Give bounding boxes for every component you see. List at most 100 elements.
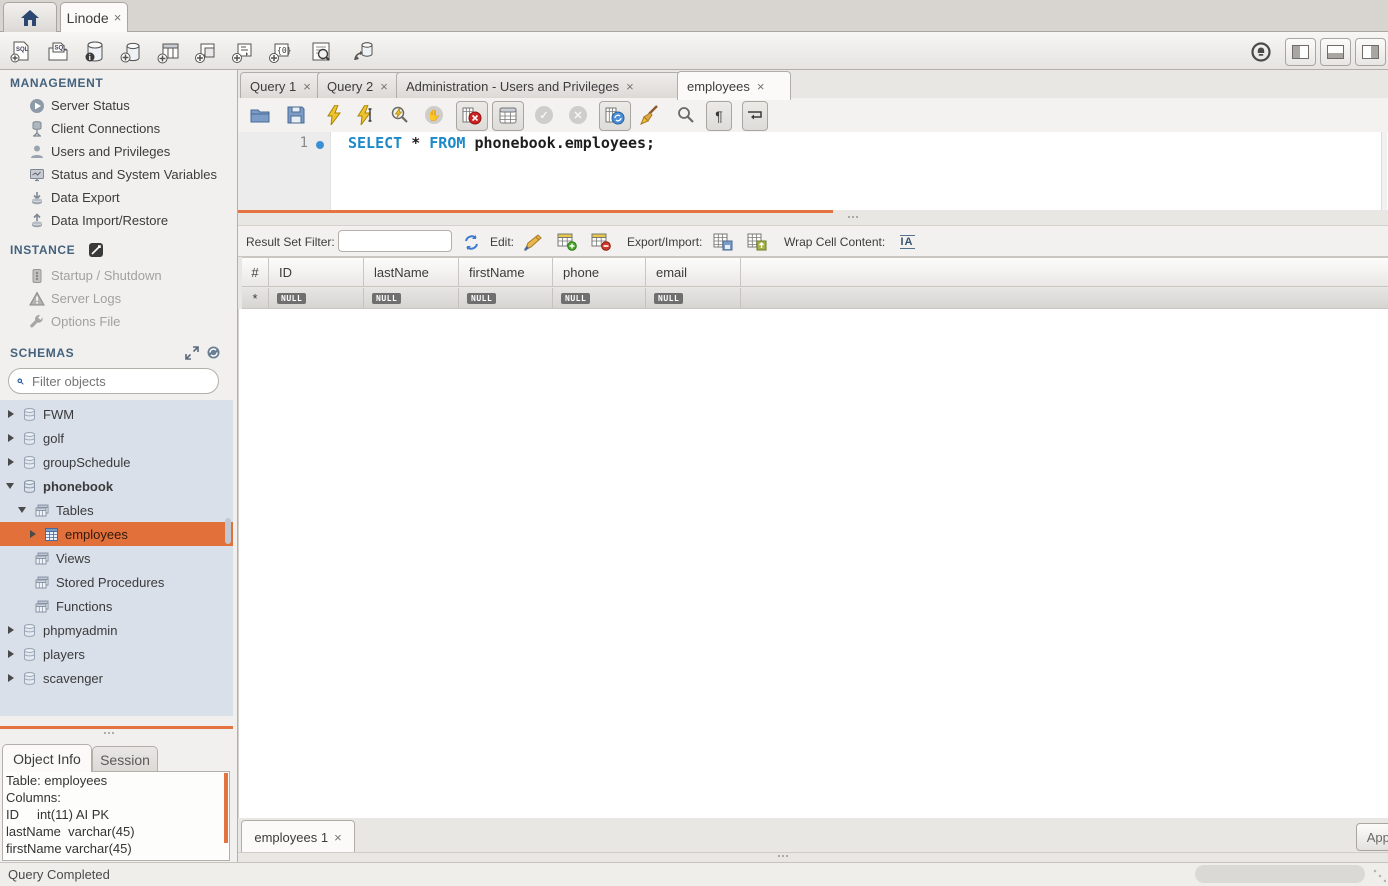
bottom-splitter[interactable] [238, 852, 1388, 862]
sidebar-item-client-connections[interactable]: Client Connections [0, 117, 237, 140]
editor-results-splitter[interactable] [238, 210, 833, 213]
result-grid-body[interactable] [238, 309, 1388, 818]
edit-record-icon[interactable] [522, 231, 544, 253]
schema-node-tables[interactable]: Tables [0, 498, 233, 522]
object-info-scrollbar[interactable] [224, 773, 228, 843]
save-script-icon[interactable] [284, 103, 308, 127]
create-function-icon[interactable]: {0} [267, 39, 293, 65]
new-sql-tab-icon[interactable]: SQL [8, 39, 34, 65]
execute-current-statement-icon[interactable] [354, 103, 378, 127]
chevron-right-icon[interactable] [8, 674, 14, 682]
toggle-invisible-characters-button[interactable]: ¶ [706, 101, 732, 131]
schema-node-functions[interactable]: Functions [0, 594, 233, 618]
splitter-grip[interactable] [848, 216, 858, 218]
close-icon[interactable]: × [380, 79, 388, 94]
toggle-stop-on-error-button[interactable] [456, 101, 488, 131]
schema-node-stored-procedures[interactable]: Stored Procedures [0, 570, 233, 594]
toggle-bottom-panel-button[interactable] [1320, 38, 1351, 66]
toggle-left-panel-button[interactable] [1285, 38, 1316, 66]
beautify-sql-icon[interactable] [638, 103, 662, 127]
schema-node-fwm[interactable]: FWM [0, 402, 233, 426]
horizontal-scrollbar-thumb[interactable] [1195, 865, 1365, 883]
schema-node-groupschedule[interactable]: groupSchedule [0, 450, 233, 474]
cell-email[interactable]: NULL [646, 288, 741, 308]
splitter-grip[interactable] [778, 855, 788, 857]
chevron-right-icon[interactable] [8, 650, 14, 658]
expand-schemas-icon[interactable] [185, 346, 199, 360]
explain-statement-icon[interactable] [388, 103, 412, 127]
new-row-placeholder[interactable]: * NULL NULL NULL NULL NULL [242, 288, 1388, 309]
schema-node-players[interactable]: players [0, 642, 233, 666]
reconnect-dbms-icon[interactable] [350, 39, 376, 65]
schema-node-phpmyadmin[interactable]: phpmyadmin [0, 618, 233, 642]
connection-tab[interactable]: Linode × [60, 2, 128, 32]
tab-result-employees-1[interactable]: employees 1 × [241, 820, 355, 854]
schema-tree-scrollbar[interactable] [225, 518, 231, 544]
create-schema-icon[interactable] [119, 39, 145, 65]
row-marker-cell[interactable]: * [242, 288, 269, 308]
column-header-firstname[interactable]: firstName [459, 258, 553, 286]
sql-editor[interactable]: 1 SELECT * FROM phonebook.employees; [238, 132, 1388, 210]
cell-lastname[interactable]: NULL [364, 288, 459, 308]
cell-firstname[interactable]: NULL [459, 288, 553, 308]
close-icon[interactable]: × [303, 79, 311, 94]
create-table-icon[interactable] [156, 39, 182, 65]
tab-administration-users[interactable]: Administration - Users and Privileges × [396, 72, 694, 99]
toggle-word-wrap-button[interactable] [742, 101, 768, 131]
chevron-down-icon[interactable] [18, 507, 26, 513]
cell-id[interactable]: NULL [269, 288, 364, 308]
chevron-right-icon[interactable] [8, 458, 14, 466]
column-header-phone[interactable]: phone [553, 258, 646, 286]
result-set-filter-input[interactable] [338, 230, 452, 252]
delete-row-icon[interactable] [590, 231, 612, 253]
import-records-icon[interactable] [746, 231, 768, 253]
open-sql-script-icon[interactable]: SQL [45, 39, 71, 65]
sidebar-item-data-export[interactable]: Data Export [0, 186, 237, 209]
sidebar-item-options-file[interactable]: Options File [0, 310, 237, 333]
chevron-right-icon[interactable] [8, 434, 14, 442]
chevron-right-icon[interactable] [30, 530, 36, 538]
schema-filter-input[interactable] [30, 373, 210, 390]
chevron-down-icon[interactable] [6, 483, 14, 489]
window-resize-grip[interactable] [1372, 868, 1386, 882]
column-header-email[interactable]: email [646, 258, 741, 286]
search-data-icon[interactable] [308, 39, 334, 65]
stop-query-icon[interactable]: ✋ [422, 103, 446, 127]
home-tab[interactable] [3, 2, 57, 32]
schema-node-views[interactable]: Views [0, 546, 233, 570]
export-recordset-icon[interactable] [712, 231, 734, 253]
tab-session[interactable]: Session [92, 746, 158, 772]
notifications-icon[interactable] [1248, 39, 1274, 65]
wrap-cell-content-icon[interactable]: IA [896, 231, 918, 253]
close-icon[interactable]: × [334, 830, 342, 845]
splitter-grip[interactable] [104, 732, 114, 734]
schema-node-scavenger[interactable]: scavenger [0, 666, 233, 690]
chevron-right-icon[interactable] [8, 410, 14, 418]
apply-button[interactable]: Apply [1356, 823, 1388, 851]
sidebar-splitter[interactable] [0, 726, 233, 729]
execute-statement-icon[interactable] [322, 103, 346, 127]
sidebar-item-server-status[interactable]: Server Status [0, 94, 237, 117]
tab-object-info[interactable]: Object Info [2, 744, 92, 772]
close-icon[interactable]: × [626, 79, 634, 94]
sidebar-item-server-logs[interactable]: Server Logs [0, 287, 237, 310]
create-procedure-icon[interactable] [230, 39, 256, 65]
close-icon[interactable]: × [114, 10, 122, 25]
limit-rows-button[interactable] [492, 101, 524, 131]
tab-employees[interactable]: employees × [677, 71, 791, 100]
create-view-icon[interactable] [193, 39, 219, 65]
sidebar-item-data-import-restore[interactable]: Data Import/Restore [0, 209, 237, 232]
toggle-right-panel-button[interactable] [1355, 38, 1386, 66]
sidebar-item-status-system-variables[interactable]: Status and System Variables [0, 163, 237, 186]
column-header-rownum[interactable]: # [242, 258, 269, 286]
schema-node-golf[interactable]: golf [0, 426, 233, 450]
chevron-right-icon[interactable] [8, 626, 14, 634]
sidebar-item-users-privileges[interactable]: Users and Privileges [0, 140, 237, 163]
column-header-lastname[interactable]: lastName [364, 258, 459, 286]
rollback-icon[interactable]: ✕ [566, 103, 590, 127]
insert-row-icon[interactable] [556, 231, 578, 253]
find-icon[interactable] [674, 103, 698, 127]
editor-scrollbar[interactable] [1381, 132, 1387, 210]
schema-inspector-icon[interactable]: i [82, 39, 108, 65]
toggle-autocommit-button[interactable] [599, 101, 631, 131]
